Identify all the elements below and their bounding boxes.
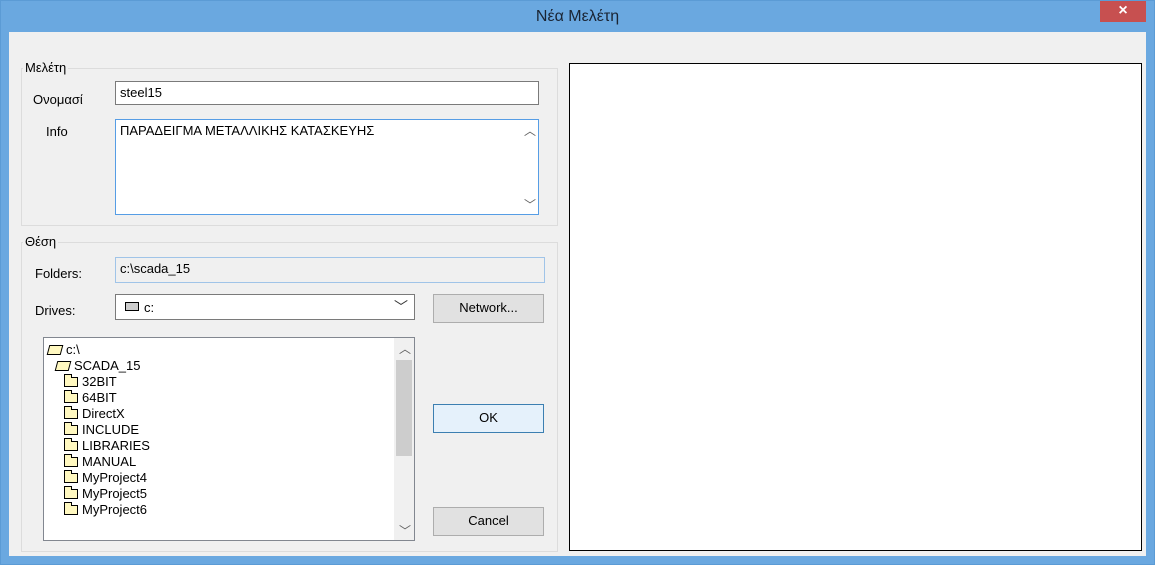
folder-tree-item[interactable]: INCLUDE [48,422,150,438]
scroll-down-icon[interactable]: ﹀ [399,522,411,539]
chevron-down-icon[interactable]: ﹀ [394,297,408,317]
scroll-thumb[interactable] [396,360,412,456]
folder-tree-item-label: DirectX [82,406,125,421]
folder-icon [64,390,78,403]
folder-icon [64,470,78,483]
info-scrollbar[interactable]: ︿ ﹀ [520,120,538,214]
folders-field: c:\scada_15 [115,257,545,283]
ok-button[interactable]: OK [433,404,544,433]
folder-tree-item[interactable]: MyProject4 [48,470,150,486]
folder-icon [64,422,78,435]
folder-tree-item[interactable]: LIBRARIES [48,438,150,454]
folder-icon [64,406,78,419]
folder-tree-item[interactable]: SCADA_15 [48,358,150,374]
folder-icon [64,374,78,387]
folder-tree-item-label: LIBRARIES [82,438,150,453]
cancel-button[interactable]: Cancel [433,507,544,536]
folders-label: Folders: [35,266,82,281]
drives-label: Drives: [35,303,76,318]
info-label: Info [46,124,68,139]
window-title: Νέα Μελέτη [535,8,620,25]
preview-panel [569,63,1142,551]
folder-tree-item[interactable]: c:\ [46,342,150,358]
folder-tree-list[interactable]: c:\ SCADA_15 32BIT 64BIT DirectX INCLUDE LIBRA… [43,337,415,541]
dialog-client-area: Μελέτη Ονομασί steel15 Info ΠΑΡΑΔΕΙΓΜΑ Μ… [9,32,1146,556]
info-textarea[interactable]: ΠΑΡΑΔΕΙΓΜΑ ΜΕΤΑΛΛΙΚΗΣ ΚΑΤΑΣΚΕΥΗΣ ︿ ﹀ [115,119,539,215]
tree-scrollbar[interactable]: ︿ ﹀ [394,338,414,540]
drive-value: c: [144,300,155,315]
folder-icon [64,438,78,451]
info-text: ΠΑΡΑΔΕΙΓΜΑ ΜΕΤΑΛΛΙΚΗΣ ΚΑΤΑΣΚΕΥΗΣ [120,123,375,138]
network-button[interactable]: Network... [433,294,544,323]
folder-tree-item[interactable]: 32BIT [48,374,150,390]
open-folder-icon [46,345,64,355]
folder-tree-item-label: INCLUDE [82,422,140,437]
folder-tree-items: c:\ SCADA_15 32BIT 64BIT DirectX INCLUDE LIBRA… [46,342,150,518]
folder-tree-item-label: 64BIT [82,390,117,405]
study-group-label: Μελέτη [23,60,69,75]
drives-dropdown[interactable]: c: ﹀ [115,294,415,320]
folder-tree-item-label: MyProject6 [82,502,148,517]
folder-tree-item[interactable]: MyProject6 [48,502,150,518]
folder-tree-item[interactable]: 64BIT [48,390,150,406]
drive-icon [125,302,139,311]
name-label: Ονομασί [33,92,83,107]
folder-tree-item[interactable]: MANUAL [48,454,150,470]
folder-tree-item[interactable]: MyProject5 [48,486,150,502]
folder-icon [64,502,78,515]
folder-tree-item-label: c:\ [66,342,80,357]
folder-icon [64,454,78,467]
folder-tree-item-label: MyProject4 [82,470,148,485]
folder-tree-item-label: SCADA_15 [74,358,141,373]
scroll-up-icon[interactable]: ︿ [399,340,411,357]
close-icon: × [1118,2,1128,19]
scroll-up-icon[interactable]: ︿ [524,122,536,139]
close-button[interactable]: × [1100,1,1146,22]
open-folder-icon [54,361,72,371]
folder-tree-item[interactable]: DirectX [48,406,150,422]
folder-tree-item-label: MyProject5 [82,486,148,501]
location-group-label: Θέση [23,234,59,249]
name-field[interactable]: steel15 [115,81,539,105]
folder-tree-item-label: MANUAL [82,454,137,469]
scroll-down-icon[interactable]: ﹀ [524,196,536,213]
folder-tree-item-label: 32BIT [82,374,117,389]
dialog-window: Νέα Μελέτη × Μελέτη Ονομασί steel15 Info… [0,0,1155,565]
folder-icon [64,486,78,499]
title-bar[interactable]: Νέα Μελέτη × [1,1,1154,32]
